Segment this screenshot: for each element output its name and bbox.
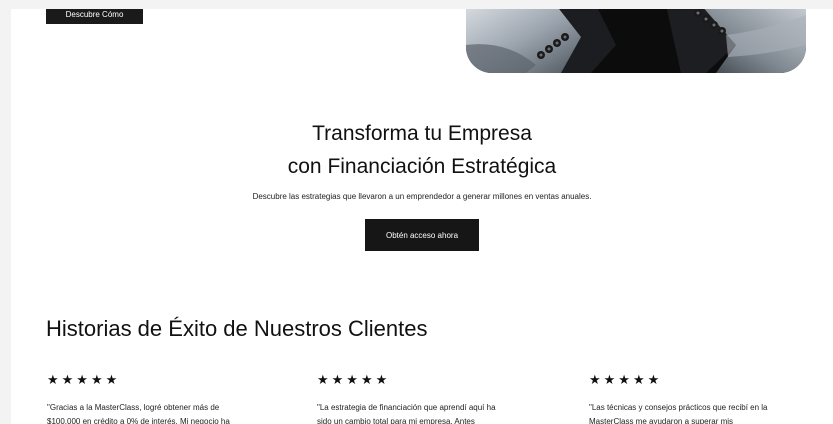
- cta-subtitle: Descubre las estrategias que llevaron a …: [252, 192, 592, 201]
- discover-how-button[interactable]: Descubre Cómo: [46, 9, 143, 24]
- testimonial-quote: "Gracias a la MasterClass, logré obtener…: [47, 403, 230, 424]
- testimonial-card: ★★★★★ "Las técnicas y consejos prácticos…: [589, 373, 819, 424]
- cta-title-line-2: con Financiación Estratégica: [287, 155, 557, 178]
- cta-section: Transforma tu Empresa con Financiación E…: [11, 117, 833, 251]
- testimonial-card: ★★★★★ "La estrategia de financiación que…: [317, 373, 547, 424]
- hero-photo: [466, 9, 806, 73]
- landing-page: Descubre Cómo Transforma tu Empresa con …: [11, 9, 833, 424]
- get-access-button[interactable]: Obtén acceso ahora: [365, 219, 479, 251]
- testimonial-card: ★★★★★ "Gracias a la MasterClass, logré o…: [47, 373, 277, 424]
- cta-title: Transforma tu Empresa con Financiación E…: [11, 117, 833, 183]
- cta-title-line-1: Transforma tu Empresa: [312, 122, 532, 145]
- star-rating: ★★★★★: [317, 373, 391, 388]
- star-rating: ★★★★★: [589, 373, 663, 388]
- stories-title: Historias de Éxito de Nuestros Clientes: [46, 316, 428, 341]
- star-rating: ★★★★★: [47, 373, 121, 388]
- testimonial-quote: "Las técnicas y consejos prácticos que r…: [589, 403, 768, 424]
- testimonial-quote: "La estrategia de financiación que apren…: [317, 403, 496, 424]
